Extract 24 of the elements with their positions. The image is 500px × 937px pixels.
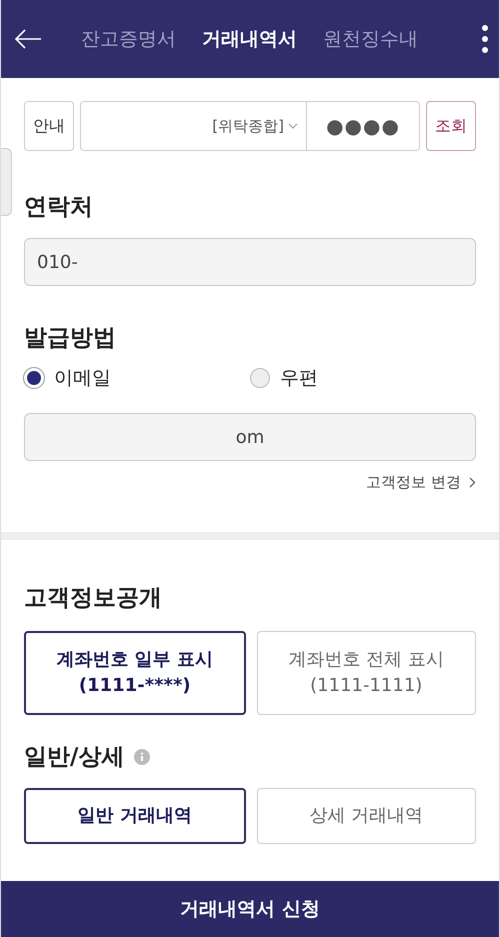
- lookup-button[interactable]: 조회: [426, 101, 476, 151]
- option-button[interactable]: 계좌번호 전체 표시 (1111-1111): [256, 631, 476, 715]
- side-handle[interactable]: [1, 148, 12, 216]
- email-field[interactable]: om: [24, 413, 476, 461]
- section-label: 일반/상세: [24, 743, 124, 772]
- more-icon[interactable]: [481, 24, 489, 54]
- option-button[interactable]: 상세 거래내역: [256, 788, 476, 844]
- radio-icon[interactable]: [250, 368, 270, 388]
- tab[interactable]: 거래내역서: [202, 26, 297, 52]
- option-button[interactable]: 계좌번호 일부 표시 (1111-****): [24, 631, 246, 715]
- tab[interactable]: 원천징수내: [323, 26, 418, 52]
- tab[interactable]: 잔고증명서: [81, 26, 176, 52]
- radio-option[interactable]: 이메일: [24, 365, 250, 391]
- section-label: 연락처: [24, 193, 94, 222]
- submit-button[interactable]: 거래내역서 신청: [1, 881, 499, 937]
- chevron-right-icon: [469, 477, 476, 488]
- guide-button[interactable]: 안내: [24, 101, 74, 151]
- radio-option[interactable]: 우편: [250, 365, 476, 391]
- section-label: 발급방법: [24, 324, 117, 353]
- section-label: 고객정보공개: [24, 584, 163, 613]
- change-info-link[interactable]: 고객정보 변경: [366, 473, 476, 492]
- phone-field[interactable]: 010-: [24, 238, 476, 286]
- option-button[interactable]: 일반 거래내역: [24, 788, 246, 844]
- back-icon[interactable]: [13, 27, 43, 51]
